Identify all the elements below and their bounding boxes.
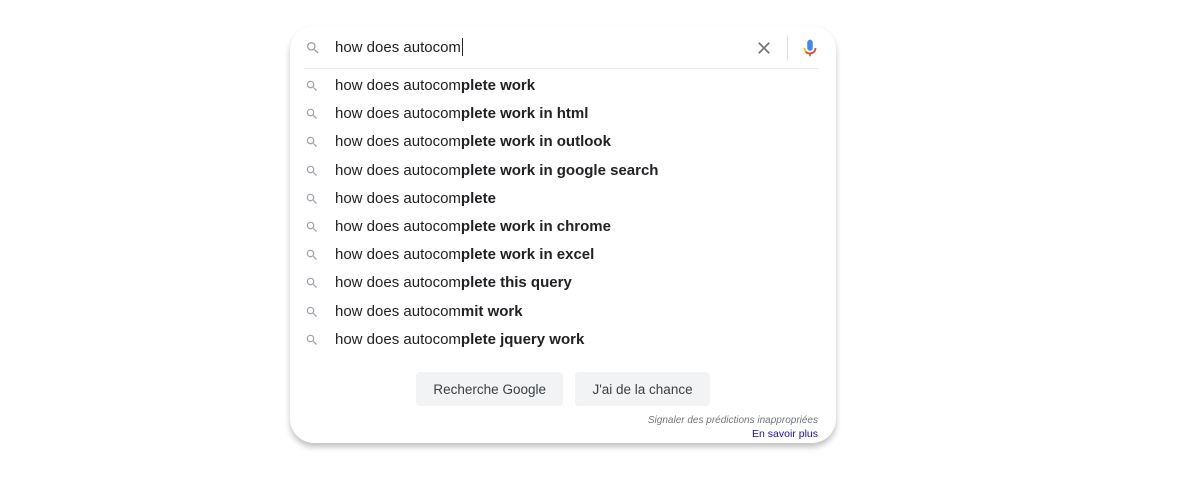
- suggestion-completion: plete work in outlook: [460, 133, 611, 151]
- suggestion-prefix: how does autocom: [335, 274, 461, 292]
- search-icon: [306, 193, 317, 204]
- suggestion-item[interactable]: how does autocommit work: [290, 298, 836, 326]
- microphone-icon[interactable]: [799, 36, 821, 60]
- suggestion-completion: plete this query: [460, 274, 572, 292]
- suggestion-completion: plete: [460, 189, 496, 207]
- search-icon: [306, 108, 317, 120]
- search-bar: [290, 26, 836, 70]
- search-buttons: Recherche Google J'ai de la chance: [290, 372, 836, 406]
- suggestion-completion: plete work in html: [460, 105, 589, 123]
- suggestion-text: how does autocommit work: [335, 298, 523, 326]
- search-bar-divider: [787, 35, 788, 61]
- suggestion-prefix: how does autocom: [335, 189, 461, 207]
- search-icon: [306, 334, 317, 345]
- close-icon[interactable]: [754, 38, 774, 58]
- suggestion-item[interactable]: how does autocomplete work in excel: [290, 241, 836, 269]
- learn-more-link[interactable]: En savoir plus: [752, 428, 818, 440]
- suggestion-text: how does autocomplete work in outlook: [335, 128, 611, 156]
- suggestion-item[interactable]: how does autocomplete work: [290, 72, 836, 100]
- suggestion-text: how does autocomplete: [335, 185, 496, 213]
- suggestion-item[interactable]: how does autocomplete work in google sea…: [290, 157, 836, 185]
- search-input[interactable]: [335, 36, 735, 58]
- suggestion-prefix: how does autocom: [335, 330, 461, 348]
- text-cursor: [461, 38, 463, 56]
- suggestion-item[interactable]: how does autocomplete jquery work: [290, 326, 836, 354]
- search-icon: [306, 165, 317, 176]
- suggestion-text: how does autocomplete work in html: [335, 100, 588, 128]
- search-icon: [306, 278, 317, 289]
- search-icon: [306, 80, 317, 91]
- suggestion-completion: plete work: [460, 77, 536, 94]
- suggestion-item[interactable]: how does autocomplete: [290, 185, 836, 213]
- suggestion-text: how does autocomplete jquery work: [335, 326, 584, 354]
- report-predictions-link[interactable]: Signaler des prédictions inappropriées: [648, 415, 818, 426]
- suggestion-completion: plete work in excel: [460, 246, 595, 264]
- suggestion-item[interactable]: how does autocomplete work in outlook: [290, 128, 836, 156]
- search-icon: [307, 42, 319, 54]
- suggestion-item[interactable]: how does autocomplete work in html: [290, 100, 836, 128]
- suggestion-item[interactable]: how does autocomplete work in chrome: [290, 213, 836, 241]
- suggestion-prefix: how does autocom: [335, 302, 461, 320]
- feeling-lucky-button[interactable]: J'ai de la chance: [575, 372, 710, 406]
- suggestions-divider: [304, 68, 818, 69]
- suggestion-prefix: how does autocom: [335, 161, 461, 179]
- suggestion-list: how does autocomplete work how does autoc…: [290, 72, 836, 354]
- suggestion-item[interactable]: how does autocomplete this query: [290, 269, 836, 297]
- search-autocomplete-panel: how does autocomplete workhow does autoc…: [290, 26, 836, 443]
- suggestion-prefix: how does autocom: [335, 246, 461, 264]
- search-icon: [306, 137, 317, 148]
- suggestion-prefix: how does autocom: [335, 133, 461, 151]
- suggestion-prefix: how does autocom: [335, 77, 461, 94]
- suggestion-completion: plete work in chrome: [460, 217, 611, 235]
- suggestion-prefix: how does autocom: [335, 105, 461, 123]
- suggestion-text: how does autocomplete work in excel: [335, 241, 594, 269]
- suggestion-text: how does autocomplete this query: [335, 269, 572, 297]
- suggestion-text: how does autocomplete work in chrome: [335, 213, 611, 241]
- suggestion-text: how does autocomplete work in google sea…: [335, 157, 658, 185]
- suggestion-completion: mit work: [460, 302, 523, 320]
- suggestion-completion: plete jquery work: [460, 330, 585, 348]
- search-icon: [306, 249, 317, 261]
- suggestion-prefix: how does autocom: [335, 217, 461, 235]
- search-icon: [306, 306, 317, 317]
- google-search-button[interactable]: Recherche Google: [416, 372, 563, 406]
- suggestion-completion: plete work in google search: [460, 161, 659, 179]
- suggestion-text: how does autocomplete work: [335, 72, 535, 100]
- search-icon: [306, 221, 317, 232]
